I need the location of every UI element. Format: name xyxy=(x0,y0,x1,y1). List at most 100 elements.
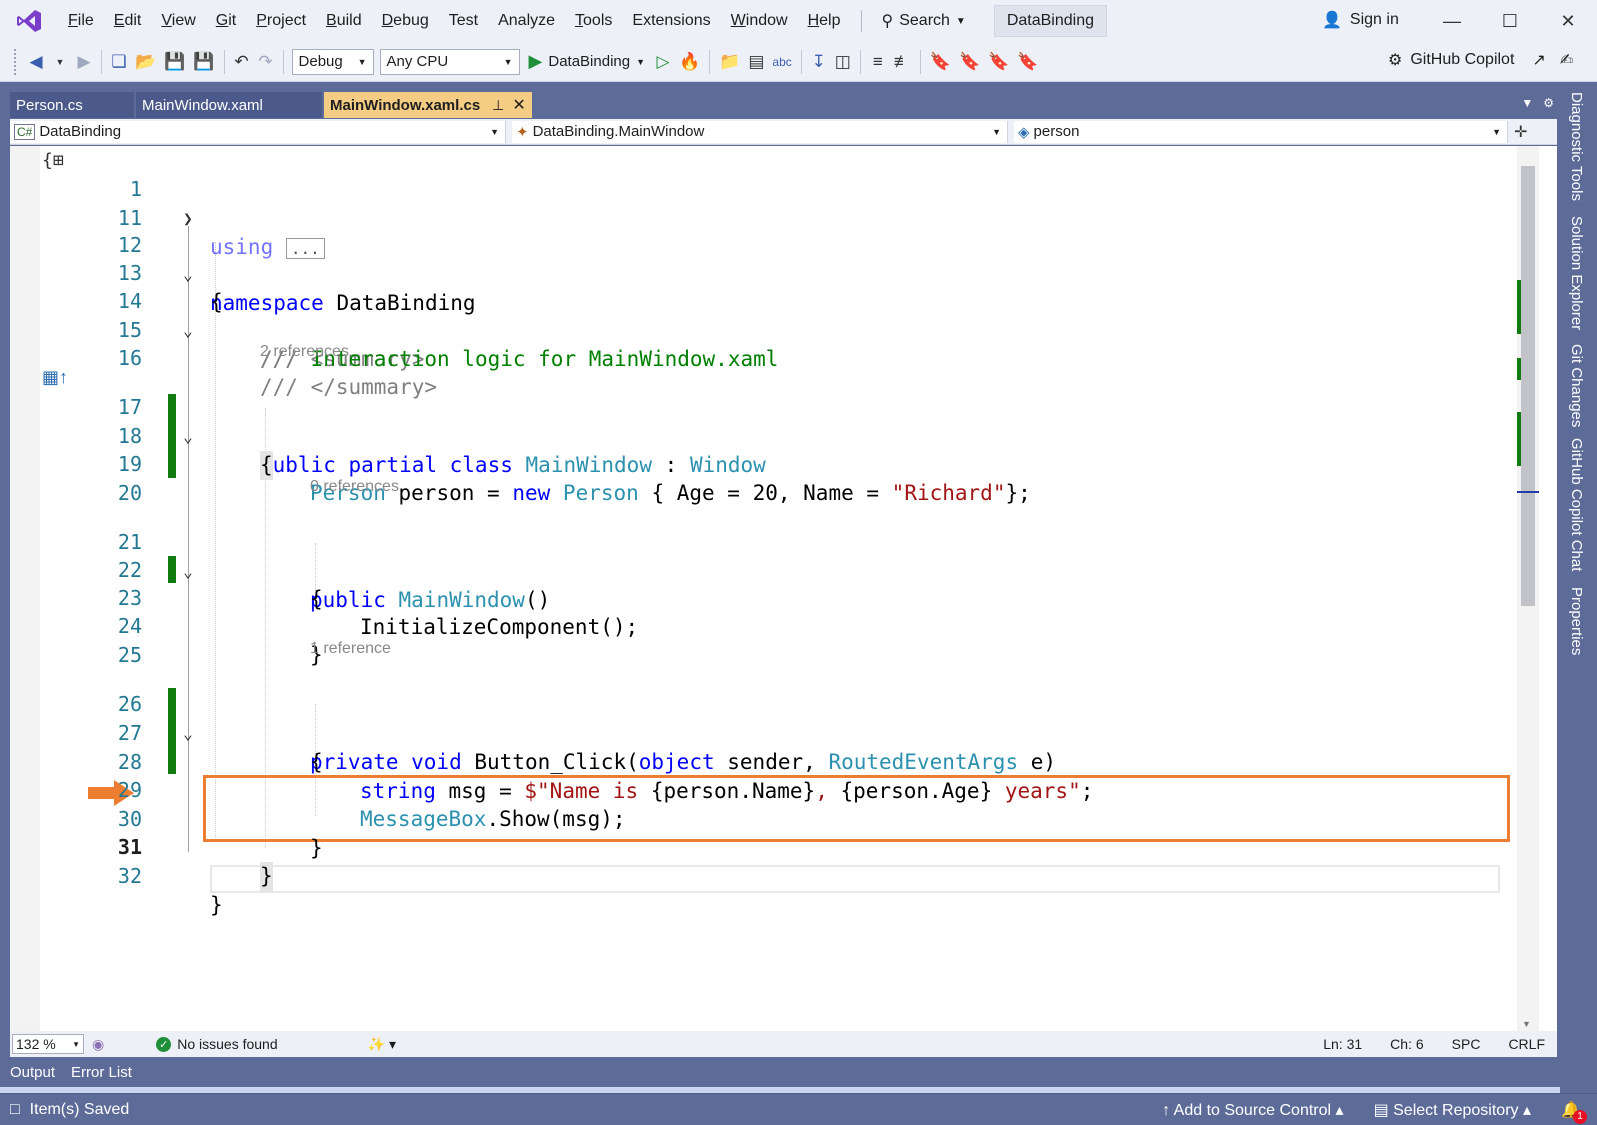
menu-item-git[interactable]: Git xyxy=(206,8,246,34)
chevron-down-icon: ▼ xyxy=(490,126,499,137)
scroll-down-icon[interactable]: ▼ xyxy=(1522,1019,1531,1029)
solution-configuration-dropdown[interactable]: Debug ▼ xyxy=(291,48,374,75)
comment-out-icon[interactable]: ≡ xyxy=(866,48,890,76)
code-editor[interactable]: {⊞ ▦↑ 1 ❯ using ... 11 12 ⌄ namespace Da… xyxy=(10,146,1557,1031)
scrollbar-change-marker xyxy=(1517,280,1521,334)
line-ending-indicator[interactable]: CRLF xyxy=(1508,1036,1545,1052)
git-changes-tab[interactable]: Git Changes xyxy=(1568,344,1585,427)
type-dropdown[interactable]: ✦ DataBinding.MainWindow ▼ xyxy=(512,120,1008,143)
properties-tab[interactable]: Properties xyxy=(1568,587,1585,655)
code-cleanup-icon[interactable]: ✨ ▾ xyxy=(368,1036,396,1053)
close-tab-icon[interactable]: ✕ xyxy=(512,95,525,115)
menu-item-project[interactable]: Project xyxy=(246,8,316,34)
menu-item-build[interactable]: Build xyxy=(316,8,372,34)
menu-separator xyxy=(860,10,862,32)
uncomment-icon[interactable]: ≢ xyxy=(890,48,915,76)
project-dropdown[interactable]: C# DataBinding ▼ xyxy=(10,120,506,143)
pin-icon[interactable]: ⊥ xyxy=(492,97,504,114)
zoom-dropdown[interactable]: 132 % ▼ xyxy=(12,1034,84,1054)
split-editor-icon[interactable]: ✛ xyxy=(1514,122,1527,142)
solution-explorer-icon[interactable]: 📁 xyxy=(715,48,744,76)
github-copilot-chat-tab[interactable]: GitHub Copilot Chat xyxy=(1568,438,1585,571)
code-line-26: 26 ⌄ private void Button_Click(object se… xyxy=(10,661,1500,774)
whitespace-indicator[interactable]: SPC xyxy=(1452,1036,1481,1052)
menu-item-debug[interactable]: Debug xyxy=(372,8,439,34)
codelens-references[interactable]: 1 reference xyxy=(310,640,391,658)
navigate-back-icon[interactable]: ◀ xyxy=(24,48,48,76)
scrollbar-thumb[interactable] xyxy=(1521,166,1535,606)
vertical-scrollbar[interactable]: ▼ xyxy=(1517,146,1539,1031)
dropdown-arrow-icon[interactable]: ▼ xyxy=(48,48,72,76)
column-indicator[interactable]: Ch: 6 xyxy=(1390,1036,1423,1052)
search-icon: ⚲ xyxy=(881,13,894,30)
minimize-button[interactable]: — xyxy=(1423,0,1481,42)
gear-icon[interactable]: ⚙ xyxy=(1543,96,1554,110)
diagnostic-tools-tab[interactable]: Diagnostic Tools xyxy=(1568,92,1585,201)
code-line-18: 18 { xyxy=(10,393,1500,480)
search-box[interactable]: ⚲ Search ▼ xyxy=(872,7,976,35)
bookmark-icon[interactable]: 🔖 xyxy=(926,48,955,76)
codelens-references[interactable]: 0 references xyxy=(310,478,399,496)
step-over-icon[interactable]: ◫ xyxy=(831,48,855,76)
menu-item-file[interactable]: File xyxy=(58,8,104,34)
step-into-icon[interactable]: ↧ xyxy=(807,48,831,76)
navigate-forward-icon[interactable]: ▶ xyxy=(72,48,96,76)
code-line-13: 13 { xyxy=(10,230,1500,314)
menu-item-view[interactable]: View xyxy=(151,8,205,34)
solution-name-badge[interactable]: DataBinding xyxy=(993,5,1107,37)
copilot-status-icon[interactable]: ◉ xyxy=(92,1036,104,1053)
solution-platform-dropdown[interactable]: Any CPU ▼ xyxy=(379,48,520,75)
tab-mainwindow-xaml[interactable]: MainWindow.xaml xyxy=(136,92,322,118)
issues-indicator[interactable]: ✓ No issues found xyxy=(156,1036,278,1052)
menu-item-extensions[interactable]: Extensions xyxy=(622,8,720,34)
toolbar-grip[interactable] xyxy=(14,48,18,75)
solution-explorer-tab[interactable]: Solution Explorer xyxy=(1568,216,1585,330)
window-layout-icon[interactable]: ▤ xyxy=(744,48,768,76)
select-repository-button[interactable]: ▤ Select Repository ▴ xyxy=(1374,1100,1531,1120)
maximize-button[interactable]: ☐ xyxy=(1481,0,1539,42)
line-indicator[interactable]: Ln: 31 xyxy=(1323,1036,1362,1052)
github-copilot-button[interactable]: ⚙ GitHub Copilot ↗ ✍ xyxy=(1388,50,1573,70)
share-icon[interactable]: ↗ xyxy=(1532,50,1545,70)
person-icon: 👤 xyxy=(1322,12,1342,29)
tab-list-dropdown-icon[interactable]: ▼ xyxy=(1521,96,1533,110)
chevron-down-icon: ▼ xyxy=(992,126,1001,137)
code-line-11: 11 xyxy=(10,175,1500,230)
start-debugging-button[interactable]: ▶ DataBinding ▼ xyxy=(523,51,652,72)
hot-reload-icon[interactable]: 🔥 xyxy=(675,48,704,76)
spell-check-icon[interactable]: abc xyxy=(768,48,795,76)
menu-item-help[interactable]: Help xyxy=(798,8,851,34)
new-project-icon[interactable]: ❏ xyxy=(107,48,131,76)
menu-item-window[interactable]: Window xyxy=(721,8,798,34)
notifications-button[interactable]: 🔔 1 xyxy=(1561,1100,1587,1124)
feedback-icon[interactable]: ✍ xyxy=(1560,50,1573,70)
member-dropdown[interactable]: ◈ person ▼ xyxy=(1014,120,1508,143)
tab-label: Person.cs xyxy=(16,96,83,114)
menu-item-tools[interactable]: Tools xyxy=(565,8,622,34)
undo-icon[interactable]: ↶ xyxy=(230,48,254,76)
toolbar-separator xyxy=(800,49,802,74)
next-bookmark-icon[interactable]: 🔖 xyxy=(984,48,1013,76)
save-icon[interactable]: 💾 xyxy=(160,48,189,76)
redo-icon[interactable]: ↷ xyxy=(254,48,278,76)
menu-item-test[interactable]: Test xyxy=(439,8,488,34)
codelens-references[interactable]: 2 references xyxy=(260,343,349,361)
scrollbar-change-marker xyxy=(1517,358,1521,380)
add-to-source-control-button[interactable]: ↑ Add to Source Control ▴ xyxy=(1162,1100,1343,1120)
open-folder-icon[interactable]: 📂 xyxy=(131,48,160,76)
tab-mainwindow-xaml-cs[interactable]: MainWindow.xaml.cs ⊥ ✕ xyxy=(324,92,532,118)
previous-bookmark-icon[interactable]: 🔖 xyxy=(955,48,984,76)
tab-error-list[interactable]: Error List xyxy=(71,1064,132,1081)
sign-in-button[interactable]: 👤 Sign in xyxy=(1322,10,1399,30)
menu-item-analyze[interactable]: Analyze xyxy=(488,8,565,34)
close-button[interactable]: ✕ xyxy=(1539,0,1597,42)
save-all-icon[interactable]: 💾 xyxy=(189,48,218,76)
start-without-debugging-icon[interactable]: ▷ xyxy=(651,48,675,76)
menu-item-edit[interactable]: Edit xyxy=(104,8,152,34)
current-line-highlight xyxy=(210,865,1500,893)
tab-output[interactable]: Output xyxy=(10,1064,55,1081)
tab-person-cs[interactable]: Person.cs xyxy=(10,92,134,118)
title-bar: File Edit View Git Project Build Debug Test Anal… xyxy=(0,0,1597,42)
visual-studio-window: File Edit View Git Project Build Debug Test Anal… xyxy=(0,0,1597,1125)
clear-bookmarks-icon[interactable]: 🔖 xyxy=(1013,48,1042,76)
